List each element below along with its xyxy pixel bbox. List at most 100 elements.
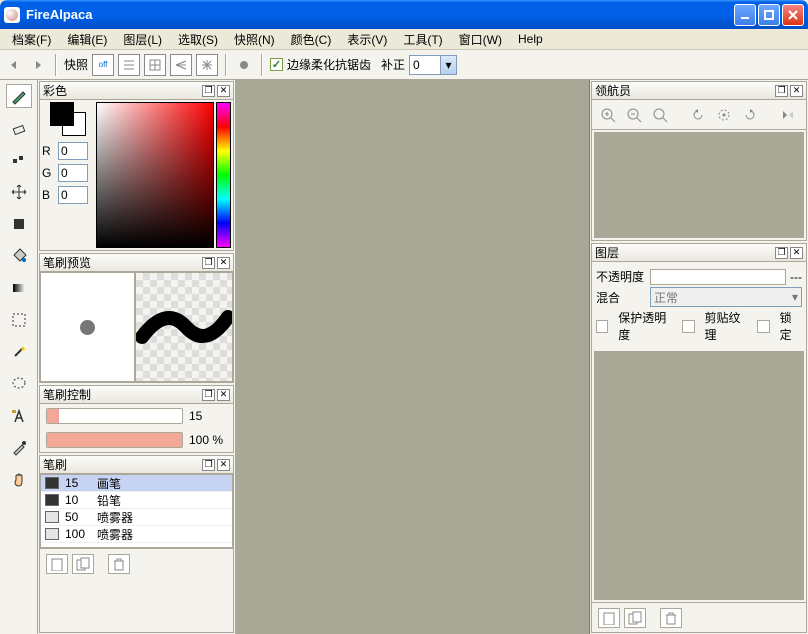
text-tool[interactable] — [6, 404, 32, 428]
brush-opacity-slider[interactable] — [46, 432, 183, 448]
layer-list[interactable] — [594, 351, 804, 600]
menu-select[interactable]: 选取(S) — [170, 29, 226, 50]
menu-tool[interactable]: 工具(T) — [395, 29, 450, 50]
color-picker[interactable] — [96, 102, 214, 248]
color-panel: 彩色 ❐ ✕ R G B — [39, 81, 234, 251]
brush-item[interactable]: 50 喷雾器 — [41, 509, 232, 526]
brush-preview-title: 笔刷预览 — [43, 254, 200, 271]
lasso-tool[interactable] — [6, 372, 32, 396]
menu-display[interactable]: 表示(V) — [339, 29, 395, 50]
color-swatches[interactable] — [42, 102, 94, 138]
panel-float-button[interactable]: ❐ — [202, 459, 215, 471]
snap-off-button[interactable]: off — [92, 54, 114, 76]
new-layer-button[interactable] — [598, 608, 620, 628]
antialias-checkbox[interactable] — [270, 58, 283, 71]
b-input[interactable] — [58, 186, 88, 204]
duplicate-brush-button[interactable] — [72, 554, 94, 574]
correction-input[interactable] — [410, 56, 440, 74]
panel-float-button[interactable]: ❐ — [775, 85, 788, 97]
panel-close-button[interactable]: ✕ — [217, 459, 230, 471]
brush-item[interactable]: 15 画笔 — [41, 475, 232, 492]
hand-tool[interactable] — [6, 468, 32, 492]
close-button[interactable] — [782, 4, 804, 26]
flip-button[interactable] — [776, 104, 800, 126]
redo-button[interactable] — [28, 55, 48, 75]
move-tool[interactable] — [6, 180, 32, 204]
brush-item-size: 10 — [65, 493, 91, 507]
panel-float-button[interactable]: ❐ — [202, 85, 215, 97]
bucket-tool[interactable] — [6, 244, 32, 268]
navigator-title: 领航员 — [595, 82, 773, 99]
chevron-down-icon[interactable]: ▾ — [440, 56, 456, 74]
r-label: R — [42, 144, 54, 158]
protect-alpha-checkbox[interactable] — [596, 320, 608, 333]
delete-layer-button[interactable] — [660, 608, 682, 628]
brush-stroke-preview — [135, 272, 233, 382]
zoom-in-button[interactable] — [596, 104, 620, 126]
panel-close-button[interactable]: ✕ — [217, 257, 230, 269]
snap-settings-button[interactable] — [234, 55, 254, 75]
eraser-tool[interactable] — [6, 116, 32, 140]
fill-tool[interactable] — [6, 212, 32, 236]
dot-tool[interactable] — [6, 148, 32, 172]
minimize-button[interactable] — [734, 4, 756, 26]
antialias-label: 边缘柔化抗锯齿 — [287, 56, 371, 73]
zoom-fit-button[interactable] — [648, 104, 672, 126]
panel-float-button[interactable]: ❐ — [775, 247, 788, 259]
gradient-tool[interactable] — [6, 276, 32, 300]
brush-item-size: 50 — [65, 510, 91, 524]
eyedropper-tool[interactable] — [6, 436, 32, 460]
menu-color[interactable]: 颜色(C) — [283, 29, 340, 50]
blend-mode-select[interactable]: 正常▾ — [650, 287, 802, 307]
brush-item[interactable]: 10 铅笔 — [41, 492, 232, 509]
rotate-reset-button[interactable] — [712, 104, 736, 126]
menu-snap[interactable]: 快照(N) — [226, 29, 283, 50]
menu-layer[interactable]: 图层(L) — [115, 29, 170, 50]
panel-float-button[interactable]: ❐ — [202, 389, 215, 401]
undo-button[interactable] — [4, 55, 24, 75]
brush-swatch-icon — [45, 494, 59, 506]
rotate-right-button[interactable] — [738, 104, 762, 126]
menu-window[interactable]: 窗口(W) — [451, 29, 510, 50]
r-input[interactable] — [58, 142, 88, 160]
zoom-out-button[interactable] — [622, 104, 646, 126]
clipping-checkbox[interactable] — [682, 320, 694, 333]
new-brush-button[interactable] — [46, 554, 68, 574]
snap-radial-button[interactable] — [196, 54, 218, 76]
brush-tool[interactable] — [6, 84, 32, 108]
correction-label: 补正 — [381, 56, 405, 73]
lock-checkbox[interactable] — [757, 320, 769, 333]
rotate-left-button[interactable] — [686, 104, 710, 126]
select-rect-tool[interactable] — [6, 308, 32, 332]
brush-size-slider[interactable] — [46, 408, 183, 424]
brush-list[interactable]: 15 画笔 10 铅笔 50 喷雾器 100 喷雾器 — [40, 474, 233, 548]
g-input[interactable] — [58, 164, 88, 182]
snap-parallel-button[interactable] — [118, 54, 140, 76]
app-title: FireAlpaca — [26, 7, 732, 22]
snap-grid-button[interactable] — [144, 54, 166, 76]
brush-item-size: 100 — [65, 527, 91, 541]
magic-wand-tool[interactable] — [6, 340, 32, 364]
panel-close-button[interactable]: ✕ — [217, 389, 230, 401]
panel-close-button[interactable]: ✕ — [217, 85, 230, 97]
menu-bar: 档案(F) 编辑(E) 图层(L) 选取(S) 快照(N) 颜色(C) 表示(V… — [0, 29, 808, 50]
menu-help[interactable]: Help — [510, 30, 551, 48]
navigator-canvas[interactable] — [594, 132, 804, 238]
snap-vanishing-button[interactable] — [170, 54, 192, 76]
panel-close-button[interactable]: ✕ — [790, 247, 803, 259]
menu-file[interactable]: 档案(F) — [4, 29, 59, 50]
delete-brush-button[interactable] — [108, 554, 130, 574]
correction-spinbox[interactable]: ▾ — [409, 55, 457, 75]
duplicate-layer-button[interactable] — [624, 608, 646, 628]
hue-slider[interactable] — [216, 102, 231, 248]
layer-opacity-slider[interactable] — [650, 269, 786, 285]
maximize-button[interactable] — [758, 4, 780, 26]
brush-preview-panel: 笔刷预览 ❐ ✕ — [39, 253, 234, 383]
clipping-label: 剪贴纹理 — [705, 309, 750, 343]
canvas-area[interactable] — [236, 80, 590, 634]
brush-item[interactable]: 100 喷雾器 — [41, 526, 232, 543]
menu-edit[interactable]: 编辑(E) — [59, 29, 115, 50]
panel-close-button[interactable]: ✕ — [790, 85, 803, 97]
panel-float-button[interactable]: ❐ — [202, 257, 215, 269]
primary-color-swatch[interactable] — [50, 102, 74, 126]
